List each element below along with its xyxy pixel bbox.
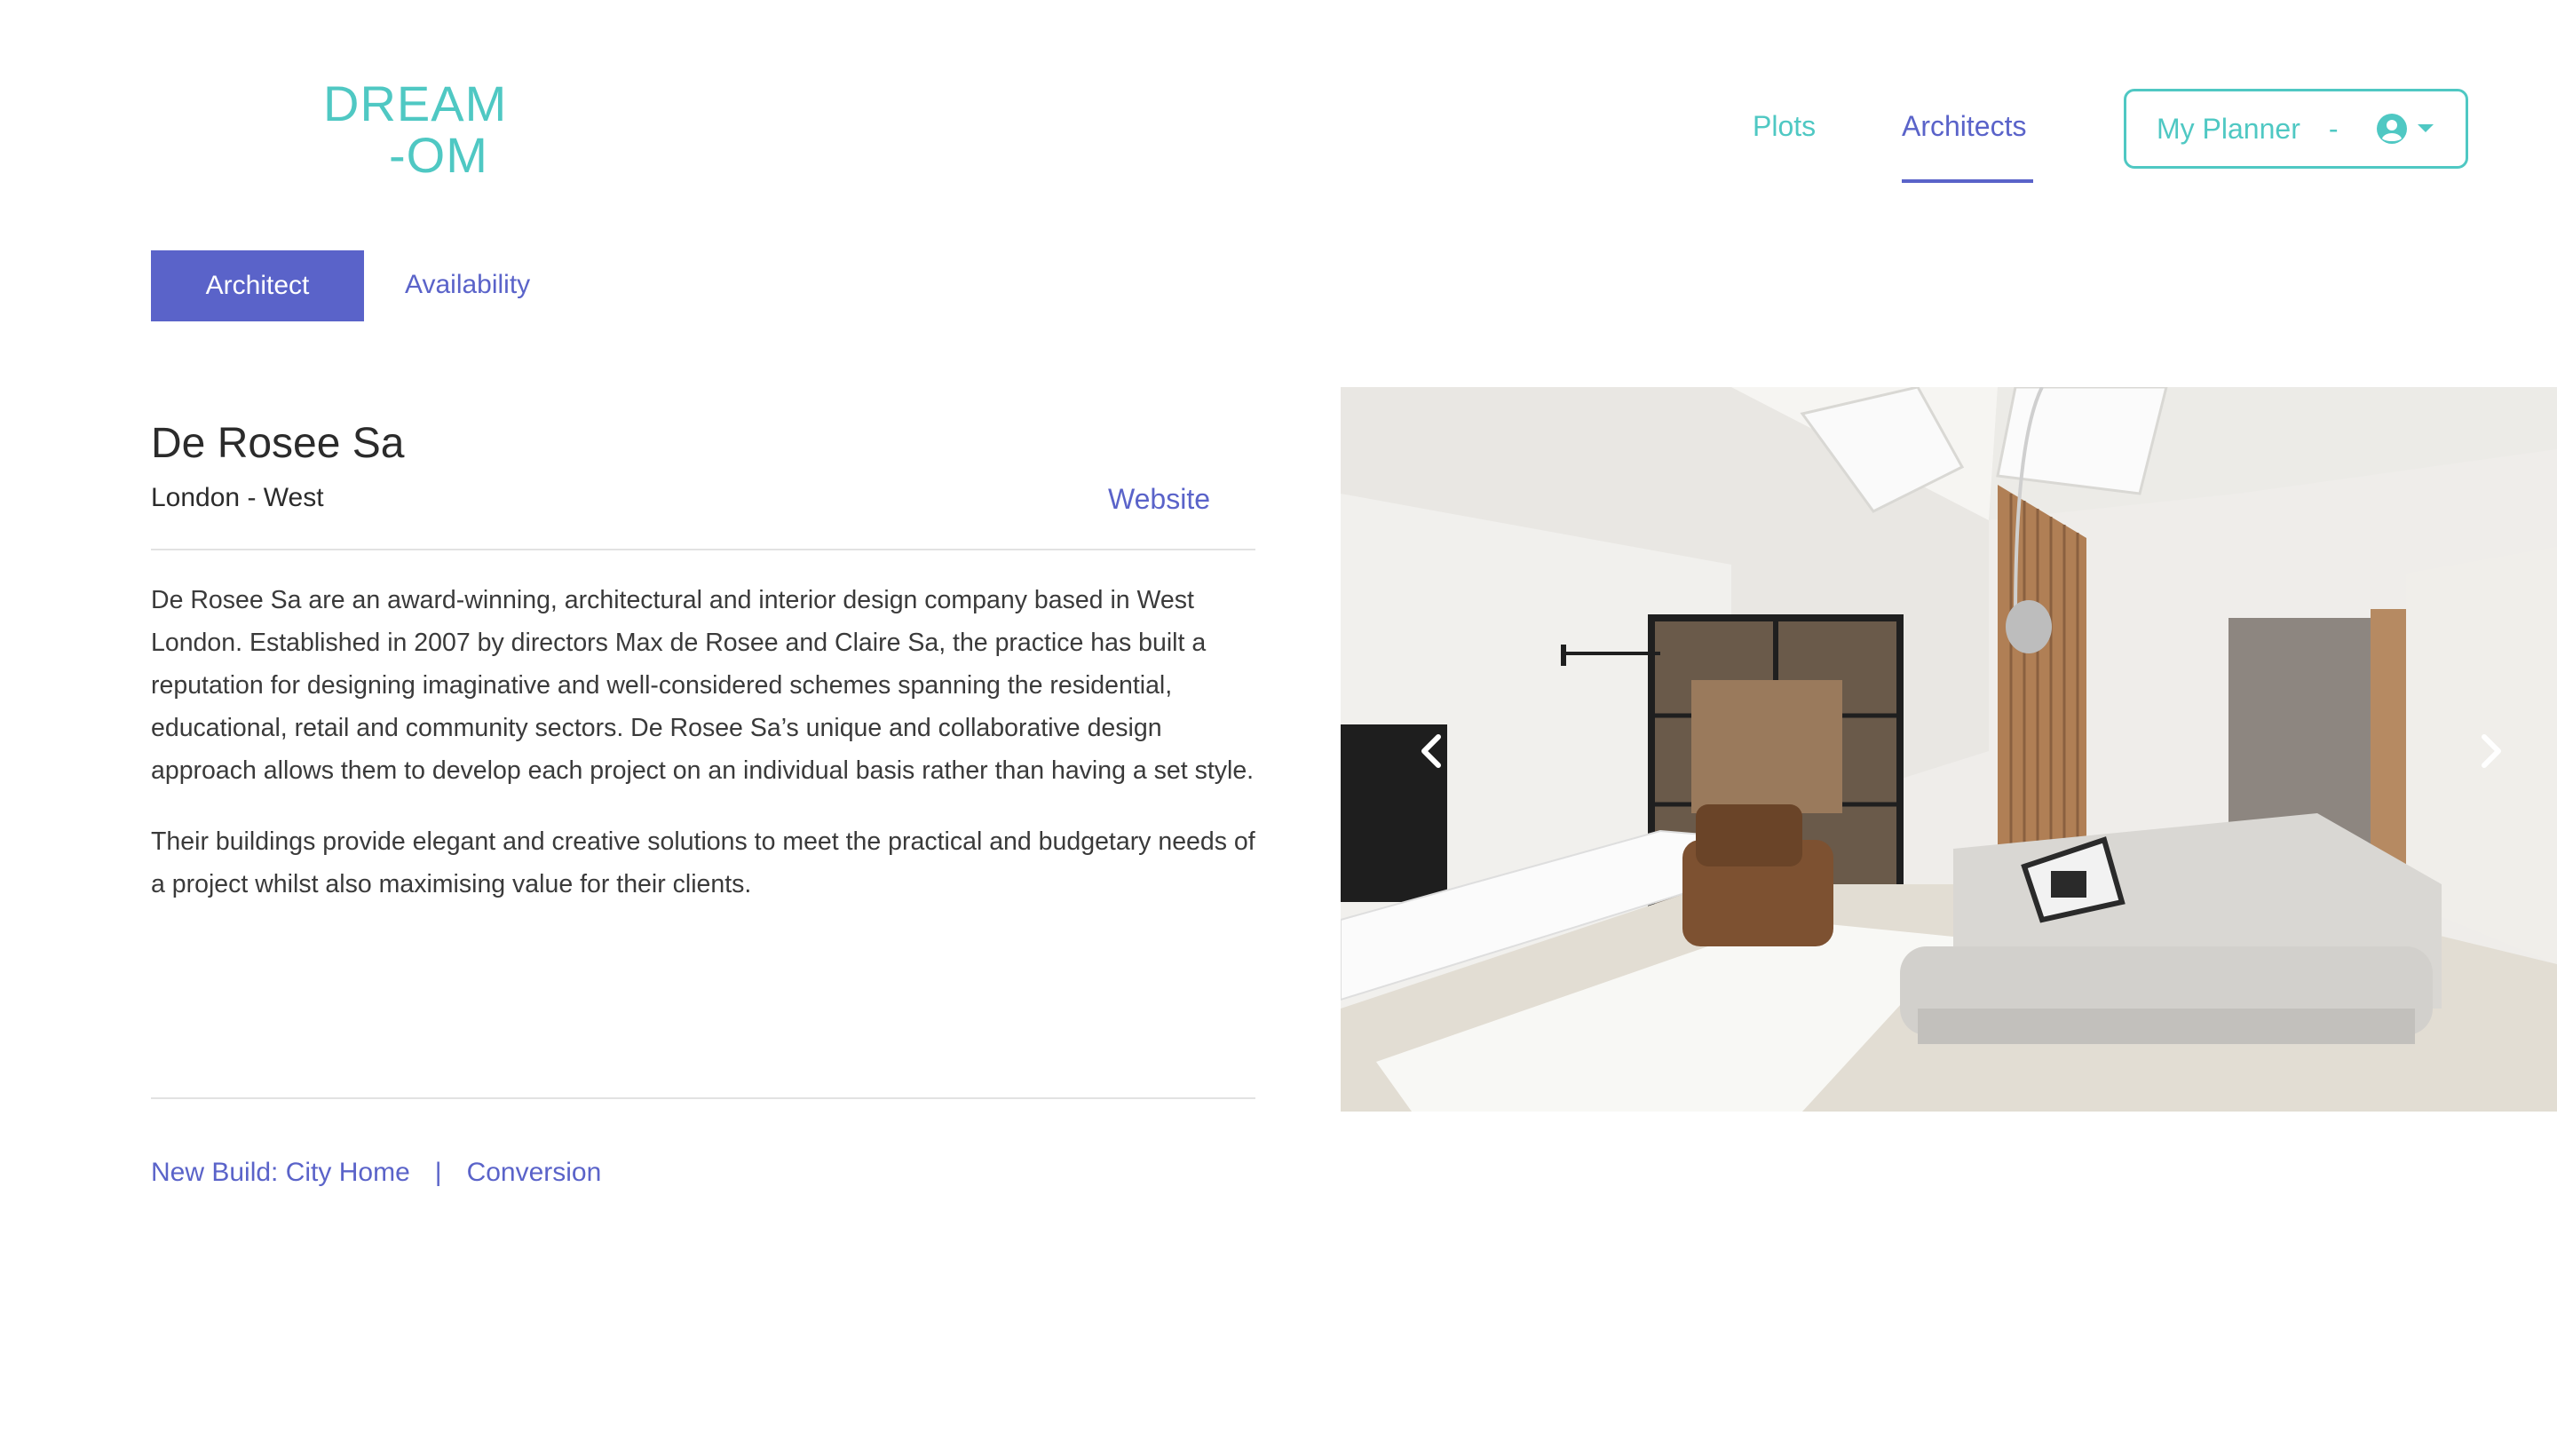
tag-conversion[interactable]: Conversion xyxy=(467,1158,602,1188)
planner-dash: - xyxy=(2328,112,2339,145)
nav-plots[interactable]: Plots xyxy=(1753,110,1816,143)
logo[interactable]: DREAM -OM xyxy=(323,78,507,181)
project-photo xyxy=(1341,387,2557,1112)
tab-architect[interactable]: Architect xyxy=(151,250,364,321)
chevron-right-icon[interactable] xyxy=(2465,724,2518,778)
project-tags: New Build: City Home | Conversion xyxy=(151,1158,601,1188)
tag-separator: | xyxy=(434,1158,442,1187)
project-image-carousel[interactable] xyxy=(1341,387,2557,1112)
divider-bottom xyxy=(151,1097,1255,1099)
my-planner-label: My Planner xyxy=(2157,112,2300,145)
divider-top xyxy=(151,549,1255,550)
website-link[interactable]: Website xyxy=(1108,483,1210,516)
description-paragraph-1: De Rosee Sa are an award-winning, archit… xyxy=(151,586,1255,785)
architect-name: De Rosee Sa xyxy=(151,420,405,467)
architect-location: London - West xyxy=(151,483,324,512)
my-planner-button[interactable]: My Planner - xyxy=(2124,89,2468,169)
tab-availability[interactable]: Availability xyxy=(405,270,530,300)
nav-active-underline xyxy=(1902,179,2033,183)
nav-architects[interactable]: Architects xyxy=(1902,110,2026,143)
caret-down-icon xyxy=(2417,123,2434,134)
logo-line-1: DREAM xyxy=(323,75,508,131)
user-circle-icon xyxy=(2376,113,2408,145)
logo-line-2: -OM xyxy=(389,127,488,183)
chevron-left-icon[interactable] xyxy=(1405,724,1458,778)
description-paragraph-2: Their buildings provide elegant and crea… xyxy=(151,827,1255,898)
tag-new-build[interactable]: New Build: City Home xyxy=(151,1158,410,1188)
architect-description: De Rosee Sa are an award-winning, archit… xyxy=(151,579,1261,934)
